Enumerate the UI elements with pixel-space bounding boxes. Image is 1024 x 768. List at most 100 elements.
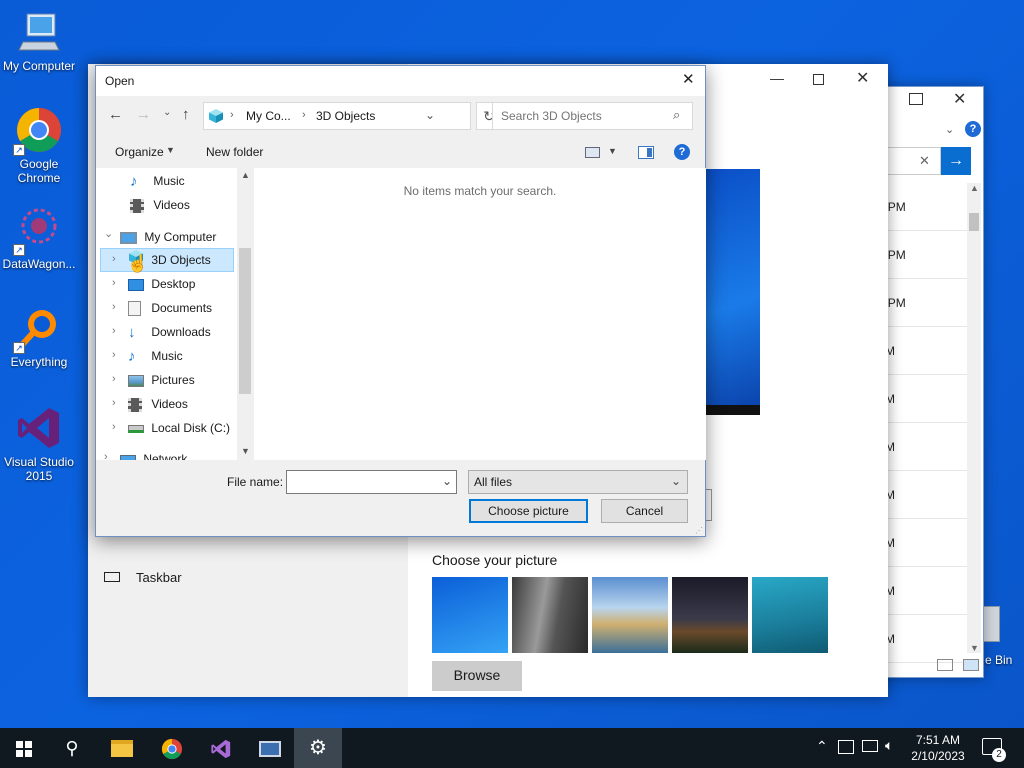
tree-item-local-disk[interactable]: Local Disk (C:) bbox=[128, 417, 230, 439]
chrome-icon[interactable] bbox=[148, 728, 196, 768]
picture-thumb-1[interactable] bbox=[432, 577, 508, 653]
clock[interactable]: 7:51 AM 2/10/2023 bbox=[910, 732, 966, 764]
file-type-select[interactable]: All files ⌄ bbox=[468, 470, 688, 494]
desktop-icon-label: DataWagon... bbox=[2, 257, 76, 271]
resize-grip-icon[interactable]: ⋰ bbox=[695, 526, 703, 535]
tree-item-network[interactable]: Network bbox=[120, 448, 187, 460]
file-name-input[interactable] bbox=[291, 474, 431, 490]
address-bar[interactable]: › My Co... › 3D Objects ⌄ bbox=[203, 102, 471, 130]
chevron-down-icon[interactable]: ⌄ bbox=[945, 123, 954, 136]
breadcrumb-item[interactable]: 3D Objects bbox=[316, 109, 375, 123]
navigation-pane[interactable]: ♪ Music Videos ⌄ My Computer › 3D Object… bbox=[96, 168, 254, 460]
organize-dropdown-icon[interactable]: ▼ bbox=[166, 145, 175, 155]
file-explorer-icon[interactable] bbox=[98, 728, 146, 768]
visual-studio-icon[interactable] bbox=[197, 728, 245, 768]
settings-gear-icon[interactable]: ⚙ bbox=[294, 728, 342, 768]
search-input[interactable] bbox=[499, 107, 669, 125]
forward-arrow-icon[interactable]: → bbox=[136, 106, 151, 123]
help-icon[interactable]: ? bbox=[965, 121, 981, 137]
picture-thumb-5[interactable] bbox=[752, 577, 828, 653]
chevron-right-icon[interactable]: › bbox=[112, 325, 116, 337]
file-name-dropdown-icon[interactable]: ⌄ bbox=[442, 474, 452, 488]
clear-icon[interactable]: ✕ bbox=[919, 153, 930, 169]
tree-item-pictures[interactable]: Pictures bbox=[128, 369, 195, 391]
chevron-down-icon[interactable]: ⌄ bbox=[104, 227, 113, 240]
shortcut-arrow-icon: ↗ bbox=[13, 144, 25, 156]
pictures-icon bbox=[128, 374, 144, 387]
view-dropdown-icon[interactable]: ▼ bbox=[608, 146, 617, 156]
chevron-right-icon[interactable]: › bbox=[112, 277, 116, 289]
tree-scrollbar[interactable]: ▲ ▼ bbox=[237, 168, 254, 460]
file-name-combobox[interactable]: ⌄ bbox=[286, 470, 457, 494]
tree-item-music[interactable]: ♪ Music bbox=[130, 170, 185, 192]
desktop-icon-chrome[interactable]: ↗ Google Chrome bbox=[0, 106, 81, 185]
file-list-pane[interactable]: No items match your search. bbox=[254, 168, 706, 460]
chevron-right-icon[interactable]: › bbox=[112, 421, 116, 433]
tree-item-label: Pictures bbox=[151, 373, 195, 387]
close-icon[interactable]: ✕ bbox=[856, 68, 869, 88]
hand-cursor-icon: ☝ bbox=[127, 254, 149, 273]
details-view-icon[interactable] bbox=[937, 659, 953, 671]
tree-item-videos[interactable]: Videos bbox=[128, 393, 188, 415]
file-type-dropdown-icon[interactable]: ⌄ bbox=[671, 474, 681, 488]
start-button[interactable] bbox=[0, 728, 48, 768]
scrollbar-thumb[interactable] bbox=[969, 213, 979, 231]
picture-thumb-3[interactable] bbox=[592, 577, 668, 653]
tree-item-label: Downloads bbox=[151, 325, 211, 339]
show-hidden-icons-chevron-icon[interactable]: ⌃ bbox=[816, 738, 828, 755]
scrollbar[interactable]: ▲ ▼ bbox=[967, 183, 981, 653]
cancel-button[interactable]: Cancel bbox=[601, 499, 688, 523]
search-icon[interactable]: ⚲ bbox=[48, 728, 96, 768]
up-arrow-icon[interactable]: ↑ bbox=[182, 106, 190, 123]
chevron-right-icon[interactable]: › bbox=[112, 301, 116, 313]
desktop-icon-everything[interactable]: ↗ Everything bbox=[0, 304, 81, 369]
minimize-icon[interactable]: — bbox=[766, 70, 788, 92]
disk-icon bbox=[128, 424, 144, 433]
recent-locations-icon[interactable]: ⌄ bbox=[163, 107, 171, 118]
tree-item-music[interactable]: ♪ Music bbox=[128, 345, 183, 367]
chevron-right-icon[interactable]: › bbox=[112, 253, 116, 265]
network-icon[interactable] bbox=[862, 740, 878, 752]
picture-thumb-4[interactable] bbox=[672, 577, 748, 653]
scrollbar-thumb[interactable] bbox=[239, 248, 251, 394]
chevron-right-icon[interactable]: › bbox=[112, 397, 116, 409]
tree-item-downloads[interactable]: ↓ Downloads bbox=[128, 321, 211, 343]
desktop-icon-my-computer[interactable]: My Computer bbox=[0, 8, 81, 73]
remote-desktop-icon[interactable] bbox=[246, 728, 294, 768]
back-arrow-icon[interactable]: ← bbox=[108, 106, 123, 123]
search-box[interactable]: ⌕ bbox=[492, 102, 693, 130]
volume-icon[interactable]: 🔈︎ bbox=[885, 737, 893, 754]
scroll-down-icon[interactable]: ▼ bbox=[241, 446, 250, 456]
desktop-icon-visual-studio[interactable]: Visual Studio 2015 bbox=[0, 404, 81, 483]
preview-pane-icon[interactable] bbox=[638, 146, 654, 159]
breadcrumb-item[interactable]: My Co... bbox=[246, 109, 291, 123]
address-dropdown-icon[interactable]: ⌄ bbox=[425, 108, 435, 122]
dialog-title: Open bbox=[105, 74, 135, 88]
new-folder-button[interactable]: New folder bbox=[206, 145, 263, 159]
tiles-view-icon[interactable] bbox=[963, 659, 979, 671]
tree-item-desktop[interactable]: Desktop bbox=[128, 273, 195, 295]
desktop-icon-datawagon[interactable]: ↗ DataWagon... bbox=[0, 206, 81, 271]
open-dialog[interactable]: Open ✕ ← → ⌄ ↑ › My Co... › 3D Objects ⌄… bbox=[95, 65, 706, 537]
videos-icon bbox=[128, 397, 142, 412]
organize-button[interactable]: Organize bbox=[115, 145, 164, 159]
nav-item-taskbar[interactable]: Taskbar bbox=[136, 570, 182, 585]
picture-thumb-2[interactable] bbox=[512, 577, 588, 653]
chevron-right-icon[interactable]: › bbox=[112, 373, 116, 385]
maximize-icon[interactable] bbox=[813, 74, 824, 85]
chevron-right-icon[interactable]: › bbox=[112, 349, 116, 361]
security-icon[interactable] bbox=[838, 740, 854, 754]
tree-item-videos[interactable]: Videos bbox=[130, 194, 190, 216]
change-view-icon[interactable] bbox=[585, 147, 600, 158]
maximize-icon[interactable] bbox=[909, 93, 923, 105]
choose-picture-button[interactable]: Choose picture bbox=[469, 499, 588, 523]
browse-button[interactable]: Browse bbox=[432, 661, 522, 691]
chevron-right-icon[interactable]: › bbox=[104, 451, 108, 460]
close-icon[interactable]: ✕ bbox=[953, 89, 966, 109]
tree-item-my-computer[interactable]: My Computer bbox=[120, 226, 216, 248]
help-icon[interactable]: ? bbox=[674, 144, 690, 160]
search-go-button[interactable]: → bbox=[941, 147, 971, 175]
scroll-up-icon[interactable]: ▲ bbox=[241, 170, 250, 180]
close-icon[interactable]: ✕ bbox=[682, 70, 695, 88]
tree-item-documents[interactable]: Documents bbox=[128, 297, 212, 319]
